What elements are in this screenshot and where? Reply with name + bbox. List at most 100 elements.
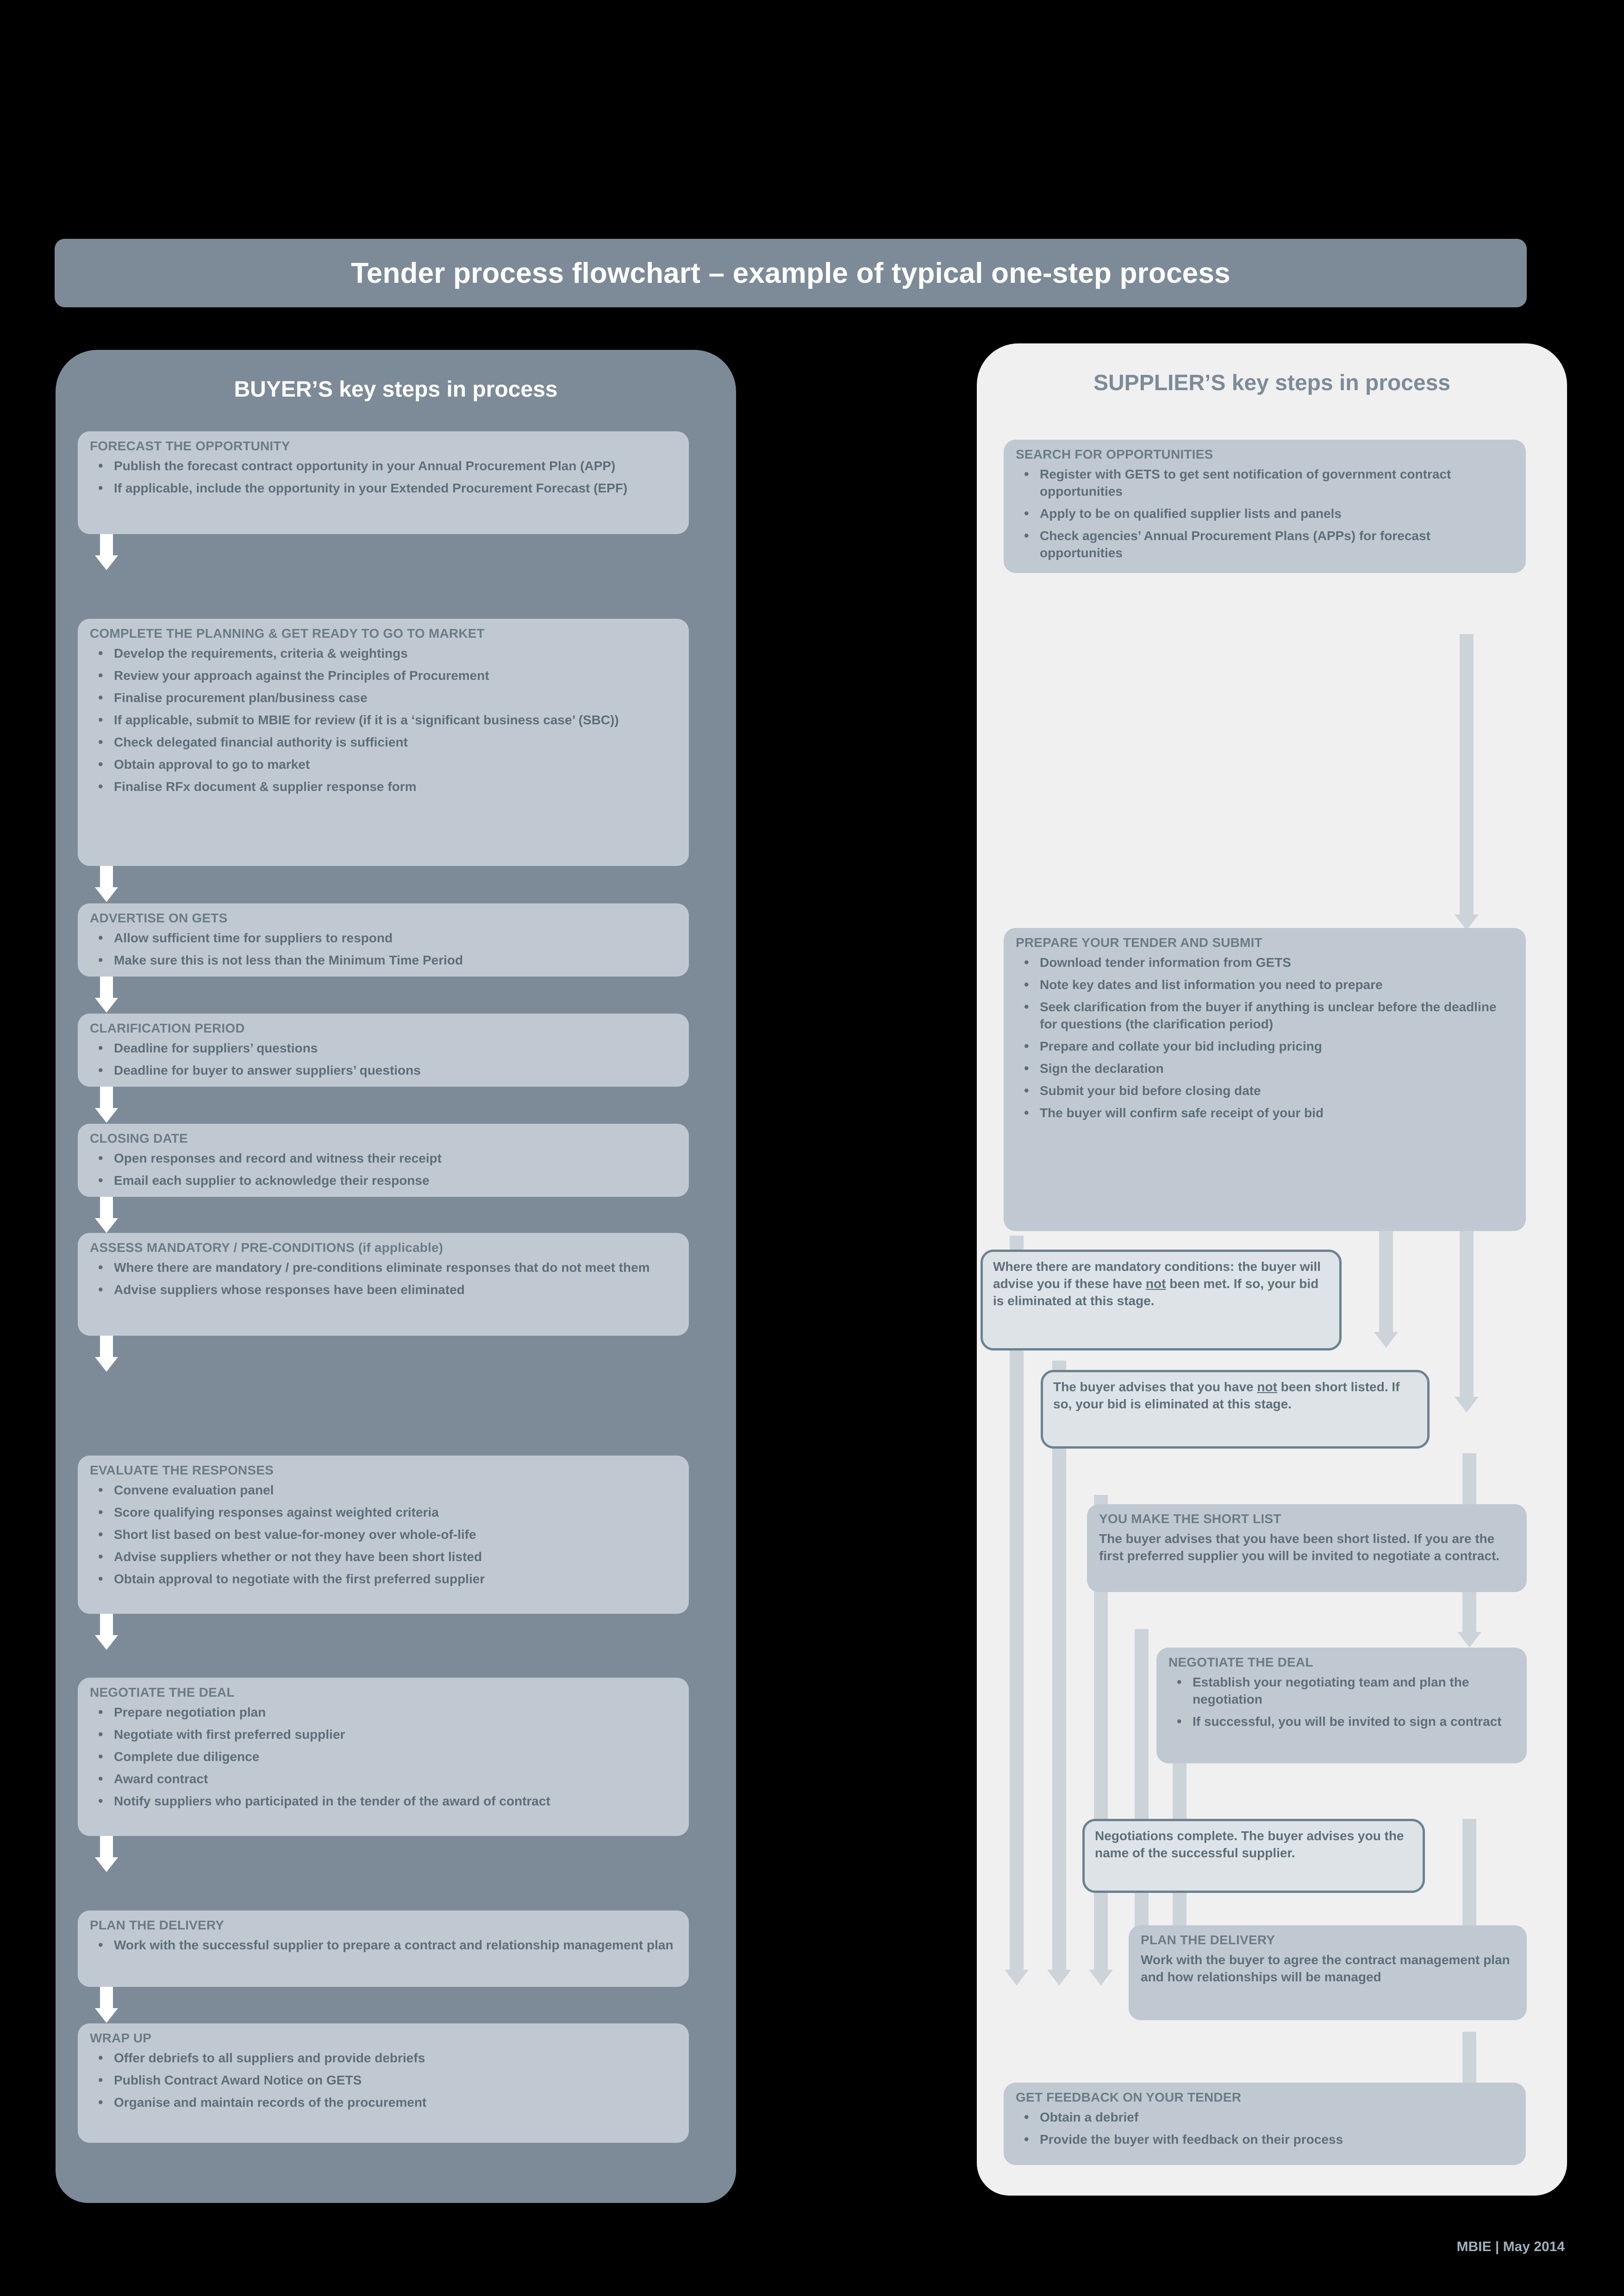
bullet-item: Advise suppliers whether or not they hav… [90,1548,677,1566]
supplier-callout-mandatory-conditions[interactable]: Where there are mandatory conditions: th… [981,1250,1342,1350]
bullet-item: If successful, you will be invited to si… [1168,1712,1515,1731]
buyer-step-complete-the-planning[interactable]: COMPLETE THE PLANNING & GET READY TO GO … [78,619,689,866]
step-bullet-list: Open responses and record and witness th… [90,1149,677,1190]
page-title: Tender process flowchart – example of ty… [351,257,1230,289]
bullet-item: Complete due diligence [90,1748,677,1766]
flowchart-page: Tender process flowchart – example of ty… [0,0,1624,2296]
buyer-step-clarification-period[interactable]: CLARIFICATION PERIOD Deadline for suppli… [78,1014,689,1087]
bullet-item: Finalise procurement plan/business case [90,689,677,707]
bullet-item: Download tender information from GETS [1016,953,1514,972]
supplier-step-get-feedback-on-your-tender[interactable]: GET FEEDBACK ON YOUR TENDER Obtain a deb… [1004,2083,1526,2165]
buyer-arrow-1 [95,534,118,570]
supplier-feeder-arrow-b [1047,1361,1071,1985]
bullet-item: If applicable, submit to MBIE for review… [90,711,677,729]
bullet-item: Sign the declaration [1016,1059,1514,1078]
bullet-item: Offer debriefs to all suppliers and prov… [90,2049,677,2067]
footer-credit: MBIE | May 2014 [1456,2239,1565,2254]
bullet-item: Negotiate with first preferred supplier [90,1725,677,1744]
step-bullet-list: Publish the forecast contract opportunit… [90,457,677,498]
bullet-item: Advise suppliers whose responses have be… [90,1281,677,1299]
step-title: ADVERTISE ON GETS [90,911,228,925]
supplier-arrow-prepare-to-mandatory [1374,1227,1399,1348]
bullet-item: Organise and maintain records of the pro… [90,2093,677,2112]
step-body: The buyer advises that you have been sho… [1099,1531,1500,1563]
bullet-item: Where there are mandatory / pre-conditio… [90,1258,677,1277]
bullet-item: Establish your negotiating team and plan… [1168,1673,1515,1708]
buyer-step-wrap-up[interactable]: WRAP UP Offer debriefs to all suppliers … [78,2023,689,2143]
step-bullet-list: Where there are mandatory / pre-conditio… [90,1258,677,1299]
step-bullet-list: Register with GETS to get sent notificat… [1016,465,1514,562]
step-title: NEGOTIATE THE DEAL [90,1685,235,1699]
bullet-item: Allow sufficient time for suppliers to r… [90,929,677,947]
bullet-item: Short list based on best value-for-money… [90,1525,677,1544]
bullet-item: Submit your bid before closing date [1016,1082,1514,1100]
step-title: COMPLETE THE PLANNING & GET READY TO GO … [90,626,485,641]
supplier-step-plan-the-delivery[interactable]: PLAN THE DELIVERY Work with the buyer to… [1129,1925,1527,2020]
callout-text: The buyer advises that you have not been… [1053,1379,1417,1413]
step-title: EVALUATE THE RESPONSES [90,1463,274,1477]
callout-text: Where there are mandatory conditions: th… [993,1258,1329,1310]
bullet-item: If applicable, include the opportunity i… [90,479,677,498]
bullet-item: Check agencies’ Annual Procurement Plans… [1016,527,1514,562]
supplier-column-heading: SUPPLIER’S key steps in process [1093,371,1450,395]
buyer-step-assess-mandatory-preconditions[interactable]: ASSESS MANDATORY / PRE-CONDITIONS (if ap… [78,1233,689,1336]
step-bullet-list: Obtain a debrief Provide the buyer with … [1016,2108,1514,2149]
bullet-item: Note key dates and list information you … [1016,976,1514,994]
supplier-arrow-search-to-prepare [1455,634,1480,930]
buyer-arrow-3 [95,977,118,1013]
buyer-arrow-9 [95,1987,118,2023]
bullet-item: Obtain a debrief [1016,2108,1514,2127]
bullet-item: Convene evaluation panel [90,1481,677,1500]
bullet-item: Deadline for buyer to answer suppliers’ … [90,1061,677,1080]
step-title: CLOSING DATE [90,1131,188,1145]
supplier-callout-not-short-listed[interactable]: The buyer advises that you have not been… [1041,1370,1430,1449]
buyer-step-evaluate-the-responses[interactable]: EVALUATE THE RESPONSES Convene evaluatio… [78,1456,689,1614]
buyer-step-negotiate-the-deal[interactable]: NEGOTIATE THE DEAL Prepare negotiation p… [78,1678,689,1836]
step-title: ASSESS MANDATORY / PRE-CONDITIONS (if ap… [90,1240,443,1255]
step-title: FORECAST THE OPPORTUNITY [90,439,290,453]
bullet-item: Work with the successful supplier to pre… [90,1936,677,1954]
step-bullet-list: Allow sufficient time for suppliers to r… [90,929,677,970]
buyer-arrow-7 [95,1614,118,1650]
bullet-item: Notify suppliers who participated in the… [90,1792,677,1811]
step-title: PLAN THE DELIVERY [1141,1933,1275,1947]
bullet-item: Check delegated financial authority is s… [90,733,677,752]
step-title: WRAP UP [90,2031,152,2045]
supplier-step-you-make-the-short-list[interactable]: YOU MAKE THE SHORT LIST The buyer advise… [1087,1504,1527,1592]
bullet-item: Review your approach against the Princip… [90,666,677,685]
bullet-item: Email each supplier to acknowledge their… [90,1171,677,1190]
bullet-item: Open responses and record and witness th… [90,1149,677,1168]
supplier-step-negotiate-the-deal[interactable]: NEGOTIATE THE DEAL Establish your negoti… [1156,1648,1527,1763]
bullet-item: Finalise RFx document & supplier respons… [90,778,677,796]
bullet-item: Provide the buyer with feedback on their… [1016,2130,1514,2149]
bullet-item: Apply to be on qualified supplier lists … [1016,504,1514,523]
buyer-step-advertise-on-gets[interactable]: ADVERTISE ON GETS Allow sufficient time … [78,903,689,977]
buyer-step-closing-date[interactable]: CLOSING DATE Open responses and record a… [78,1124,689,1197]
buyer-arrow-2 [95,866,118,902]
buyer-step-plan-the-delivery[interactable]: PLAN THE DELIVERY Work with the successf… [78,1910,689,1987]
bullet-item: The buyer will confirm safe receipt of y… [1016,1104,1514,1122]
supplier-callout-negotiations-complete[interactable]: Negotiations complete. The buyer advises… [1082,1819,1425,1893]
callout-text-before: The buyer advises that you have [1053,1380,1257,1394]
step-bullet-list: Offer debriefs to all suppliers and prov… [90,2049,677,2112]
supplier-step-prepare-your-tender-and-submit[interactable]: PREPARE YOUR TENDER AND SUBMIT Download … [1004,928,1526,1231]
supplier-arrow-prepare-to-shortlist [1455,1227,1480,1412]
callout-emphasis: not [1145,1276,1166,1291]
supplier-step-search-for-opportunities[interactable]: SEARCH FOR OPPORTUNITIES Register with G… [1004,440,1526,573]
step-bullet-list: Convene evaluation panel Score qualifyin… [90,1481,677,1588]
bullet-item: Prepare and collate your bid including p… [1016,1037,1514,1056]
bullet-item: Publish the forecast contract opportunit… [90,457,677,475]
bullet-item: Prepare negotiation plan [90,1703,677,1722]
buyer-arrow-5 [95,1197,118,1233]
buyer-step-forecast-the-opportunity[interactable]: FORECAST THE OPPORTUNITY Publish the for… [78,431,689,534]
callout-emphasis: not [1257,1380,1277,1394]
bullet-item: Make sure this is not less than the Mini… [90,951,677,970]
page-title-bar: Tender process flowchart – example of ty… [55,239,1527,307]
buyer-arrow-8 [95,1836,118,1872]
bullet-item: Score qualifying responses against weigh… [90,1503,677,1522]
step-body: Work with the buyer to agree the contrac… [1141,1953,1510,1985]
step-title: CLARIFICATION PERIOD [90,1021,245,1035]
bullet-item: Publish Contract Award Notice on GETS [90,2071,677,2090]
bullet-item: Register with GETS to get sent notificat… [1016,465,1514,500]
step-bullet-list: Work with the successful supplier to pre… [90,1936,677,1954]
